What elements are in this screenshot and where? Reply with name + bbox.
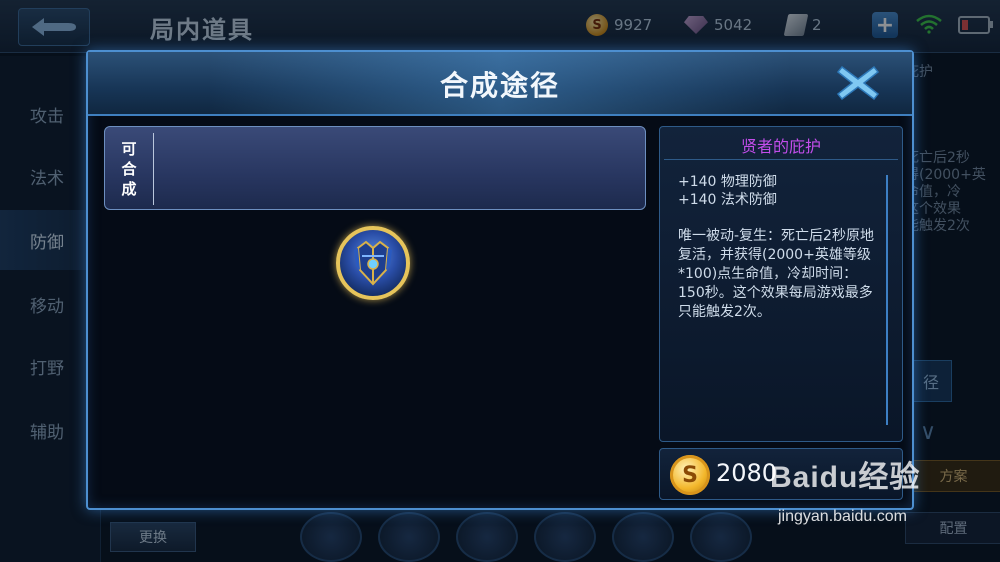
watermark-logo: Baidu经验	[770, 461, 921, 494]
dialog-header: 合成途径	[88, 52, 912, 116]
tag-char: 可	[121, 140, 137, 158]
gold-coin-icon: S	[670, 455, 710, 495]
item-name: 贤者的庇护	[740, 137, 821, 156]
dialog-title: 合成途径	[439, 69, 560, 102]
close-icon	[836, 65, 880, 101]
stat-line: +140 物理防御	[678, 174, 777, 190]
close-button[interactable]	[828, 60, 888, 106]
baidu-watermark: Baidu经验 jingyan.baidu.com	[770, 452, 990, 552]
item-icon-sages-sanctuary[interactable]	[336, 226, 410, 300]
scrollbar[interactable]	[886, 175, 888, 425]
stat-line: +140 法术防御	[678, 192, 777, 208]
tag-char: 合	[121, 160, 137, 178]
watermark-url: jingyan.baidu.com	[778, 508, 907, 525]
item-info-panel: 贤者的庇护 +140 物理防御 +140 法术防御 唯一被动-复生：死亡后2秒原…	[659, 126, 903, 442]
armor-icon	[354, 240, 392, 286]
composable-items-bar: 可 合 成	[104, 126, 646, 210]
composable-tag: 可 合 成	[105, 133, 154, 205]
item-description: 唯一被动-复生：死亡后2秒原地复活，并获得(2000+英雄等级*100)点生命值…	[678, 228, 874, 320]
tag-char: 成	[121, 180, 137, 198]
item-price: 2080	[716, 459, 778, 487]
compose-path-dialog: 合成途径 可 合 成 贤者的庇护 +140 物理防御 +140 法术防御 唯一被…	[86, 50, 914, 510]
divider	[664, 159, 898, 160]
item-stats: +140 物理防御 +140 法术防御	[678, 173, 777, 209]
